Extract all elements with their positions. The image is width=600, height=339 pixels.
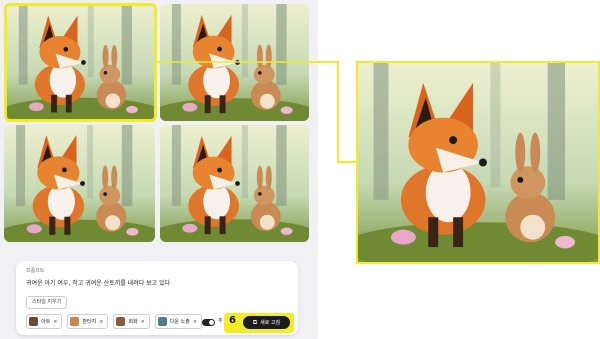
generated-image-2[interactable] <box>160 4 309 121</box>
generated-image-4[interactable] <box>160 125 309 242</box>
close-icon[interactable]: × <box>99 319 103 325</box>
prompt-label: 프롬프트 <box>26 268 45 274</box>
refresh-button-label: 새로 고침 <box>260 320 281 326</box>
enlarged-image-preview <box>356 61 600 264</box>
painting-thumbnail-icon <box>116 317 126 326</box>
refresh-button[interactable]: ⧉ 새로 고침 <box>243 316 290 329</box>
step-number: 6 <box>229 315 236 326</box>
generated-image-3[interactable] <box>4 125 155 242</box>
style-chip-painting[interactable]: 회화 × <box>113 314 150 329</box>
style-chip-list: 아트 × 판타지 × 회화 × 다운 노출 × <box>26 314 203 329</box>
close-icon[interactable]: × <box>53 319 57 325</box>
style-chip-art[interactable]: 아트 × <box>26 314 63 329</box>
style-chip-fantasy[interactable]: 판타지 × <box>67 314 109 329</box>
close-icon[interactable]: × <box>141 319 145 325</box>
clear-style-button[interactable]: 스타일 지우기 <box>26 296 68 309</box>
chip-label: 다운 노출 <box>169 319 190 325</box>
low-exposure-thumbnail-icon <box>157 317 167 326</box>
style-chip-low-exposure[interactable]: 다운 노출 × <box>154 314 203 329</box>
chip-label: 회화 <box>128 319 138 325</box>
generated-image-1[interactable] <box>4 3 157 122</box>
close-icon[interactable]: × <box>193 319 197 325</box>
toggle-label: 추 <box>218 318 223 324</box>
prompt-text[interactable]: 귀여운 아기 여우, 작고 귀여운 산토끼를 내려다 보고 있다 <box>26 278 170 287</box>
open-external-icon: ⧉ <box>252 318 258 326</box>
chip-label: 아트 <box>41 319 51 325</box>
toggle-switch[interactable] <box>202 319 215 326</box>
art-thumbnail-icon <box>29 317 38 326</box>
chip-label: 판타지 <box>82 319 97 325</box>
fantasy-thumbnail-icon <box>70 317 80 326</box>
